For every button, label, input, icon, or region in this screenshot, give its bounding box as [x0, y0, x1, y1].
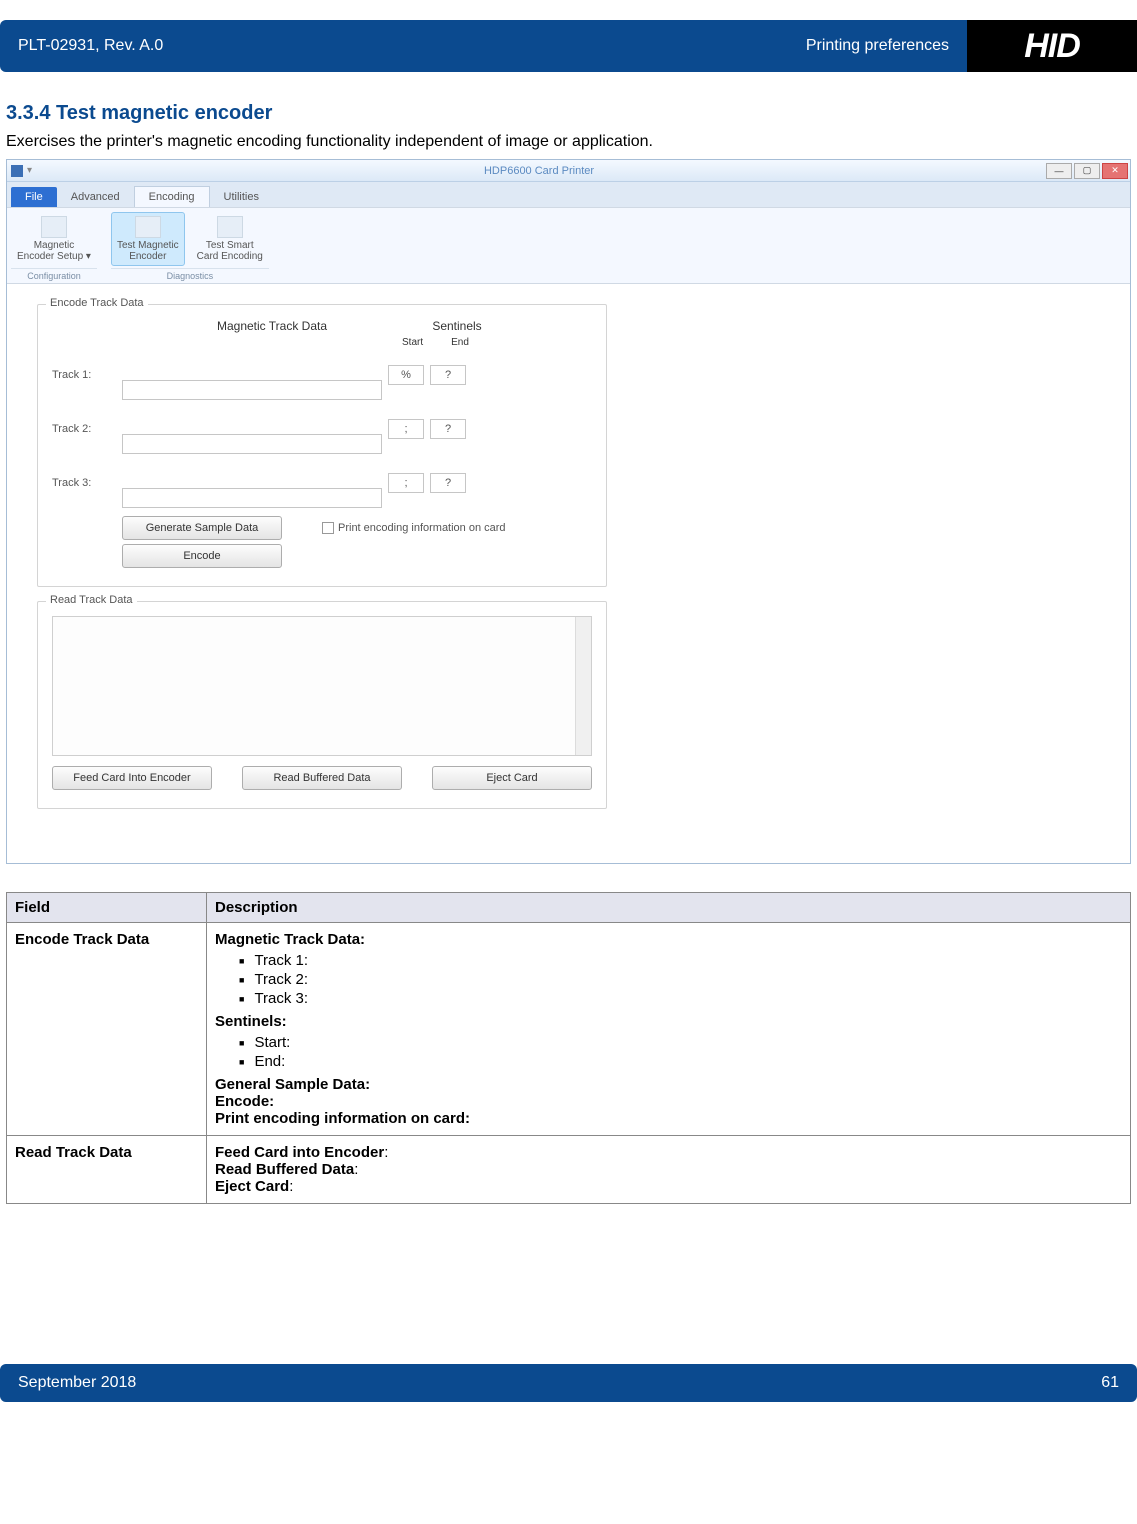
encoder-setup-icon	[41, 216, 67, 238]
track3-start[interactable]: ;	[388, 473, 424, 493]
page-header: PLT-02931, Rev. A.0 Printing preferences…	[0, 20, 1137, 72]
tab-utilities[interactable]: Utilities	[210, 187, 273, 207]
ribbon-group-diagnostics: Test Magnetic Encoder Test Smart Card En…	[111, 212, 269, 283]
ribbon: Magnetic Encoder Setup ▾ Configuration T…	[7, 208, 1130, 284]
start-label: Start	[402, 337, 423, 348]
app-body: Encode Track Data Magnetic Track Data Se…	[7, 284, 1130, 863]
main-content: 3.3.4 Test magnetic encoder Exercises th…	[0, 102, 1137, 1204]
test-magnetic-encoder-button[interactable]: Test Magnetic Encoder	[111, 212, 185, 266]
field-encode: Encode Track Data	[7, 923, 207, 1136]
footer-date: September 2018	[18, 1374, 136, 1392]
field-read: Read Track Data	[7, 1136, 207, 1204]
test-magnetic-icon	[135, 216, 161, 238]
tab-encoding[interactable]: Encoding	[134, 186, 210, 207]
app-window: ▾ HDP6600 Card Printer — ▢ ✕ File Advanc…	[6, 159, 1131, 864]
track3-end[interactable]: ?	[430, 473, 466, 493]
table-row: Read Track Data Feed Card into Encoder: …	[7, 1136, 1131, 1204]
sentinels-header: Sentinels	[402, 319, 512, 333]
read-track-fieldset: Read Track Data Feed Card Into Encoder R…	[37, 601, 607, 809]
read-legend: Read Track Data	[46, 594, 137, 606]
track2-end[interactable]: ?	[430, 419, 466, 439]
logo-text: HID	[1024, 27, 1080, 66]
track1-start[interactable]: %	[388, 365, 424, 385]
tab-file[interactable]: File	[11, 187, 57, 207]
ribbon-group-label-config: Configuration	[11, 268, 97, 283]
th-field: Field	[7, 893, 207, 923]
ribbon-group-label-diag: Diagnostics	[111, 268, 269, 283]
encode-track-fieldset: Encode Track Data Magnetic Track Data Se…	[37, 304, 607, 587]
track2-label: Track 2:	[52, 423, 122, 435]
footer-page: 61	[1101, 1374, 1119, 1392]
eject-card-button[interactable]: Eject Card	[432, 766, 592, 790]
close-button[interactable]: ✕	[1102, 163, 1128, 179]
track3-input[interactable]	[122, 488, 382, 508]
read-buffered-button[interactable]: Read Buffered Data	[242, 766, 402, 790]
read-data-textarea[interactable]	[52, 616, 592, 756]
app-titlebar: ▾ HDP6600 Card Printer — ▢ ✕	[7, 160, 1130, 182]
track1-end[interactable]: ?	[430, 365, 466, 385]
encode-button[interactable]: Encode	[122, 544, 282, 568]
app-title: HDP6600 Card Printer	[32, 165, 1046, 177]
track2-input[interactable]	[122, 434, 382, 454]
scrollbar[interactable]	[575, 617, 591, 755]
track2-start[interactable]: ;	[388, 419, 424, 439]
minimize-button[interactable]: —	[1046, 163, 1072, 179]
footer-bar: September 2018 61	[0, 1364, 1137, 1402]
section-name: Printing preferences	[806, 37, 949, 55]
maximize-button[interactable]: ▢	[1074, 163, 1100, 179]
th-description: Description	[207, 893, 1131, 923]
desc-read: Feed Card into Encoder: Read Buffered Da…	[207, 1136, 1131, 1204]
magnetic-encoder-setup-button[interactable]: Magnetic Encoder Setup ▾	[11, 212, 97, 266]
description-table: Field Description Encode Track Data Magn…	[6, 892, 1131, 1204]
generate-sample-data-button[interactable]: Generate Sample Data	[122, 516, 282, 540]
tab-advanced[interactable]: Advanced	[57, 187, 134, 207]
mtd-header: Magnetic Track Data	[142, 319, 402, 333]
print-encoding-checkbox[interactable]: Print encoding information on card	[322, 522, 506, 534]
section-title: 3.3.4 Test magnetic encoder	[6, 102, 1131, 125]
window-buttons: — ▢ ✕	[1046, 163, 1128, 179]
doc-id: PLT-02931, Rev. A.0	[18, 37, 163, 55]
test-smartcard-icon	[217, 216, 243, 238]
track3-label: Track 3:	[52, 477, 122, 489]
encode-legend: Encode Track Data	[46, 297, 148, 309]
section-intro: Exercises the printer's magnetic encodin…	[6, 133, 1131, 151]
track1-input[interactable]	[122, 380, 382, 400]
checkbox-icon	[322, 522, 334, 534]
header-bar: PLT-02931, Rev. A.0 Printing preferences	[0, 20, 967, 72]
test-smart-card-button[interactable]: Test Smart Card Encoding	[191, 212, 269, 266]
app-icon	[11, 165, 23, 177]
ribbon-group-configuration: Magnetic Encoder Setup ▾ Configuration	[11, 212, 97, 283]
page-footer: September 2018 61	[0, 1364, 1137, 1402]
app-tabs: File Advanced Encoding Utilities	[7, 182, 1130, 208]
end-label: End	[451, 337, 469, 348]
table-row: Encode Track Data Magnetic Track Data: T…	[7, 923, 1131, 1136]
desc-encode: Magnetic Track Data: Track 1: Track 2: T…	[207, 923, 1131, 1136]
track1-label: Track 1:	[52, 369, 122, 381]
hid-logo: HID ®	[967, 20, 1137, 72]
feed-card-button[interactable]: Feed Card Into Encoder	[52, 766, 212, 790]
